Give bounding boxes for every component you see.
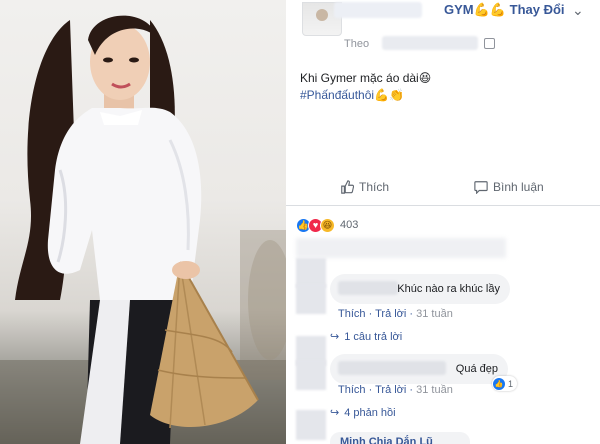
haha-icon: 😆 [320,217,335,233]
commenter-name[interactable]: Minh Chia Dắn Lũ [340,436,433,444]
like-icon: 👍 [493,377,505,390]
like-button[interactable]: Thích [340,180,389,194]
post-caption: Khi Gymer mặc áo dài😆 [300,71,432,85]
blurred-name [334,2,422,18]
commenter-avatar[interactable] [296,284,326,314]
poster-name-link[interactable]: GYM💪💪 Thay Đổi [444,2,565,18]
blurred-comment [296,238,506,258]
comment-bubble: Khúc nào ra khúc lầy [330,274,510,304]
comment-time[interactable]: 31 tuần [416,308,453,320]
audience-icon[interactable] [484,38,495,49]
blurred-commenter-name [338,361,446,375]
via-label: Theo [344,38,370,50]
comment-like-link[interactable]: Thích [338,308,366,320]
post-actions: Thích Bình luận [286,170,600,206]
poster-emoji: 💪💪 [473,2,506,17]
reaction-summary[interactable]: 👍 ♥ 😆 403 [296,216,358,234]
comment-like-link[interactable]: Thích [338,384,366,396]
comment-item: Quá đẹp 👍 1 Thích · Trả lời · 31 tuần [296,334,596,396]
commenter-avatar[interactable] [296,360,326,390]
comment-like-number: 1 [508,378,514,389]
thumbs-up-icon [341,180,354,194]
comment-button[interactable]: Bình luận [474,180,544,194]
hashtag-link[interactable]: #Phấnđấuthôi💪👏 [300,87,431,104]
comment-time[interactable]: 31 tuần [416,384,453,396]
comment-meta: Thích · Trả lời · 31 tuần [338,308,453,320]
comment-label: Bình luận [493,180,544,194]
comment-bubble: Quá đẹp [330,354,508,384]
poster-action: Thay Đổi [509,2,565,17]
comment-like-count[interactable]: 👍 1 [492,376,518,391]
comment-reply-link[interactable]: Trả lời [375,308,406,320]
comment-item: Khúc nào ra khúc lầy Thích · Trả lời · 3… [296,258,596,328]
blurred-meta [382,36,478,50]
like-label: Thích [359,180,390,194]
comment-text: Quá đẹp [455,363,498,375]
blurred-commenter-name [338,281,398,295]
comment-reply-link[interactable]: Trả lời [375,384,406,396]
post-header: GYM💪💪 Thay Đổi ⌄ Theo [286,0,600,52]
poster-name: GYM [444,2,474,17]
reaction-count: 403 [340,219,359,231]
comment-item: Minh Chia Dắn Lũ [296,408,596,444]
facebook-post: GYM💪💪 Thay Đổi ⌄ Theo Khi Gymer mặc áo d… [286,0,600,444]
post-photo[interactable] [0,0,286,444]
comment-icon [474,181,488,194]
post-text: Khi Gymer mặc áo dài😆 #Phấnđấuthôi💪👏 [300,70,431,104]
comment-text: Khúc nào ra khúc lầy [397,283,500,295]
comment-meta: Thích · Trả lời · 31 tuần [338,384,453,396]
photo-illustration [0,15,286,444]
comment-bubble: Minh Chia Dắn Lũ [330,432,470,444]
commenter-avatar[interactable] [296,410,326,440]
chevron-down-icon[interactable]: ⌄ [572,2,584,19]
